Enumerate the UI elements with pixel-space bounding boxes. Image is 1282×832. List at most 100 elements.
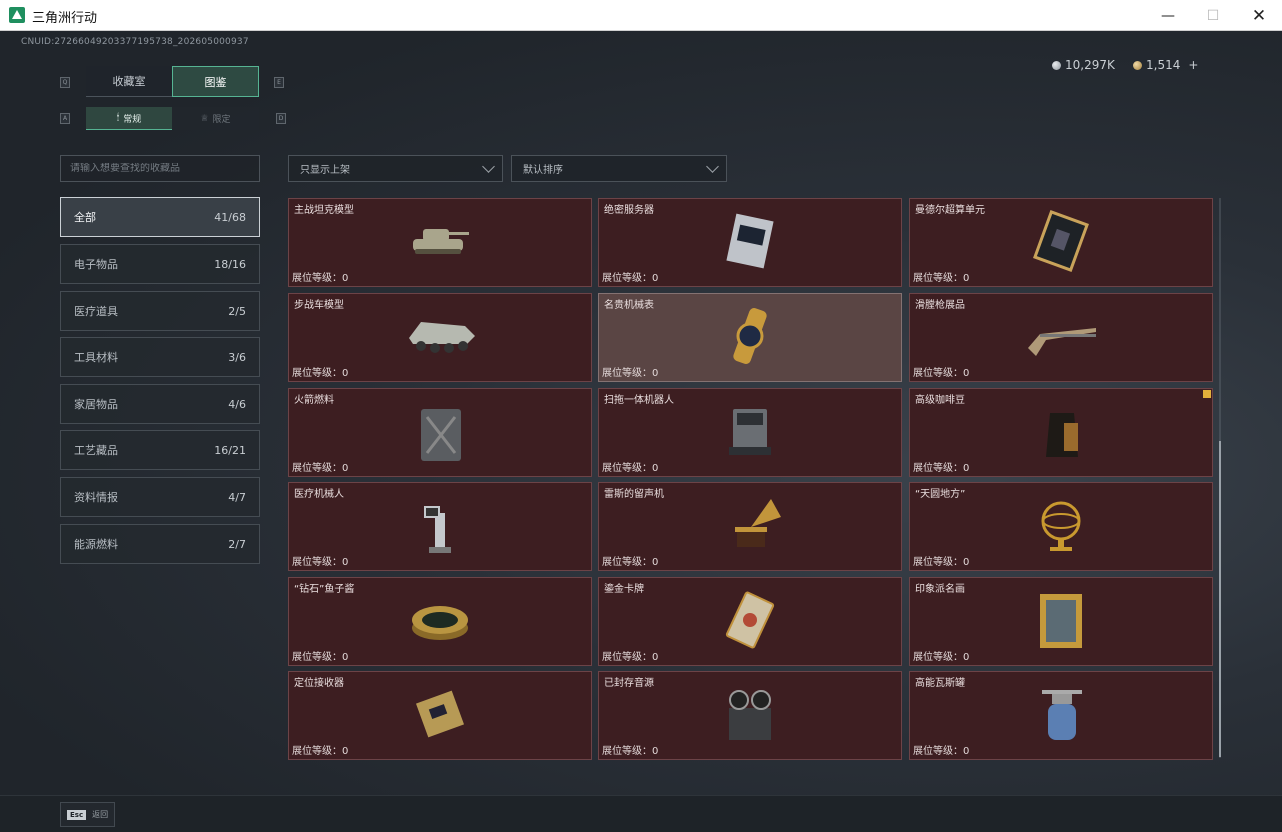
display-level: 展位等级：0 <box>292 652 349 663</box>
collectible-card[interactable]: 曼德尔超算单元 展位等级：0 <box>909 198 1213 287</box>
collectible-card[interactable]: 印象派名画 展位等级：0 <box>909 577 1213 666</box>
armillary-sphere-icon <box>910 491 1212 558</box>
reel-recorder-icon <box>599 680 901 747</box>
gold-amount: 1,514 <box>1146 58 1181 72</box>
add-currency-button[interactable]: + <box>1188 58 1198 72</box>
minimize-button[interactable]: — <box>1145 0 1191 31</box>
collectible-card[interactable]: 滑膛枪展品 展位等级：0 <box>909 293 1213 382</box>
tab-catalog[interactable]: 图鉴 <box>172 66 259 97</box>
category-energy[interactable]: 能源燃料 2/7 <box>60 524 260 564</box>
chevron-down-icon <box>706 160 719 173</box>
user-uid: CNUID:272660492033771957​38_202605000937 <box>21 37 249 47</box>
crown-icon: ♕ <box>200 113 209 124</box>
sort-dropdown[interactable]: 默认排序 <box>511 155 727 182</box>
silver-amount: 10,297K <box>1065 58 1115 72</box>
category-count: 2/5 <box>228 304 246 318</box>
category-count: 4/6 <box>228 397 246 411</box>
subtab-regular-label: 常规 <box>123 114 142 125</box>
category-count: 41/68 <box>214 210 246 224</box>
esc-key-icon: Esc <box>67 809 87 820</box>
collectible-card[interactable]: 步战车模型 展位等级：0 <box>288 293 592 382</box>
display-level: 展位等级：0 <box>913 368 970 379</box>
category-label: 能源燃料 <box>74 538 118 551</box>
category-electronics[interactable]: 电子物品 18/16 <box>60 244 260 284</box>
collectible-card[interactable]: 鎏金卡牌 展位等级：0 <box>598 577 902 666</box>
key-hint-prev-subtab: A <box>60 113 70 124</box>
key-hint-next-tab: E <box>274 77 284 88</box>
category-label: 全部 <box>74 211 96 224</box>
collectible-card[interactable]: 雷斯的留声机 展位等级：0 <box>598 482 902 571</box>
collectible-card[interactable]: 扫拖一体机器人 展位等级：0 <box>598 388 902 477</box>
back-label: 返回 <box>92 810 109 819</box>
collectible-card[interactable]: “天圆地方” 展位等级：0 <box>909 482 1213 571</box>
category-intel[interactable]: 资料情报 4/7 <box>60 477 260 517</box>
shelf-filter-dropdown[interactable]: 只显示上架 <box>288 155 503 182</box>
watch-icon <box>599 302 901 369</box>
display-level: 展位等级：0 <box>292 273 349 284</box>
scrollbar-thumb[interactable] <box>1219 441 1221 757</box>
subtab-regular[interactable]: 🕯 常规 <box>86 107 172 130</box>
supercomputer-icon <box>910 207 1212 274</box>
collectible-card[interactable]: 名贵机械表 展位等级：0 <box>598 293 902 382</box>
collectible-card[interactable]: 绝密服务器 展位等级：0 <box>598 198 902 287</box>
collectible-card[interactable]: “钻石”鱼子酱 展位等级：0 <box>288 577 592 666</box>
gold-coin-icon <box>1133 60 1142 70</box>
display-level: 展位等级：0 <box>602 463 659 474</box>
app-logo-icon <box>9 7 25 23</box>
display-level: 展位等级：0 <box>602 368 659 379</box>
maximize-button[interactable]: ☐ <box>1190 0 1236 31</box>
category-count: 16/21 <box>214 443 246 457</box>
collectible-card[interactable]: 医疗机械人 展位等级：0 <box>288 482 592 571</box>
collectible-card[interactable]: 高能瓦斯罐 展位等级：0 <box>909 671 1213 760</box>
category-household[interactable]: 家居物品 4/6 <box>60 384 260 424</box>
category-crafts[interactable]: 工艺藏品 16/21 <box>60 430 260 470</box>
collectible-card[interactable]: 火箭燃料 展位等级：0 <box>288 388 592 477</box>
robot-vacuum-icon <box>599 397 901 464</box>
collectible-card[interactable]: 定位接收器 展位等级：0 <box>288 671 592 760</box>
caviar-tin-icon <box>289 586 591 653</box>
category-medical[interactable]: 医疗道具 2/5 <box>60 291 260 331</box>
gas-canister-icon <box>910 680 1212 747</box>
category-label: 家居物品 <box>74 398 118 411</box>
gold-card-icon <box>599 586 901 653</box>
bottom-bar: Esc 返回 <box>0 795 1282 832</box>
category-count: 18/16 <box>214 257 246 271</box>
back-button[interactable]: Esc 返回 <box>60 802 115 827</box>
category-count: 3/6 <box>228 350 246 364</box>
subtab-limited[interactable]: ♕ 限定 <box>172 107 259 130</box>
musket-icon <box>910 302 1212 369</box>
collectible-card[interactable]: 主战坦克模型 展位等级：0 <box>288 198 592 287</box>
search-input[interactable] <box>70 163 259 174</box>
category-count: 4/7 <box>228 490 246 504</box>
category-all[interactable]: 全部 41/68 <box>60 197 260 237</box>
display-level: 展位等级：0 <box>602 273 659 284</box>
search-box <box>60 155 260 182</box>
key-hint-next-subtab: D <box>276 113 286 124</box>
display-level: 展位等级：0 <box>292 746 349 757</box>
tank-icon <box>289 207 591 274</box>
display-level: 展位等级：0 <box>292 463 349 474</box>
display-level: 展位等级：0 <box>913 463 970 474</box>
game-viewport: CNUID:272660492033771957​38_202605000937… <box>0 31 1282 832</box>
flame-icon: 🕯 <box>116 113 120 123</box>
painting-icon <box>910 586 1212 653</box>
close-button[interactable]: ✕ <box>1236 0 1282 31</box>
silver-coin-icon <box>1052 60 1061 70</box>
chevron-down-icon <box>482 160 495 173</box>
jerrycan-icon <box>289 397 591 464</box>
gold-currency: 1,514 + <box>1133 58 1198 72</box>
new-marker-icon <box>1203 390 1211 398</box>
display-level: 展位等级：0 <box>913 652 970 663</box>
server-icon <box>599 207 901 274</box>
display-level: 展位等级：0 <box>913 746 970 757</box>
category-label: 电子物品 <box>74 258 118 271</box>
medical-robot-icon <box>289 491 591 558</box>
display-level: 展位等级：0 <box>602 746 659 757</box>
collectible-card[interactable]: 高级咖啡豆 展位等级：0 <box>909 388 1213 477</box>
category-tools[interactable]: 工具材料 3/6 <box>60 337 260 377</box>
shelf-filter-label: 只显示上架 <box>300 165 350 176</box>
display-level: 展位等级：0 <box>913 273 970 284</box>
display-level: 展位等级：0 <box>602 557 659 568</box>
tab-collection-room[interactable]: 收藏室 <box>86 66 172 97</box>
collectible-card[interactable]: 已封存音源 展位等级：0 <box>598 671 902 760</box>
